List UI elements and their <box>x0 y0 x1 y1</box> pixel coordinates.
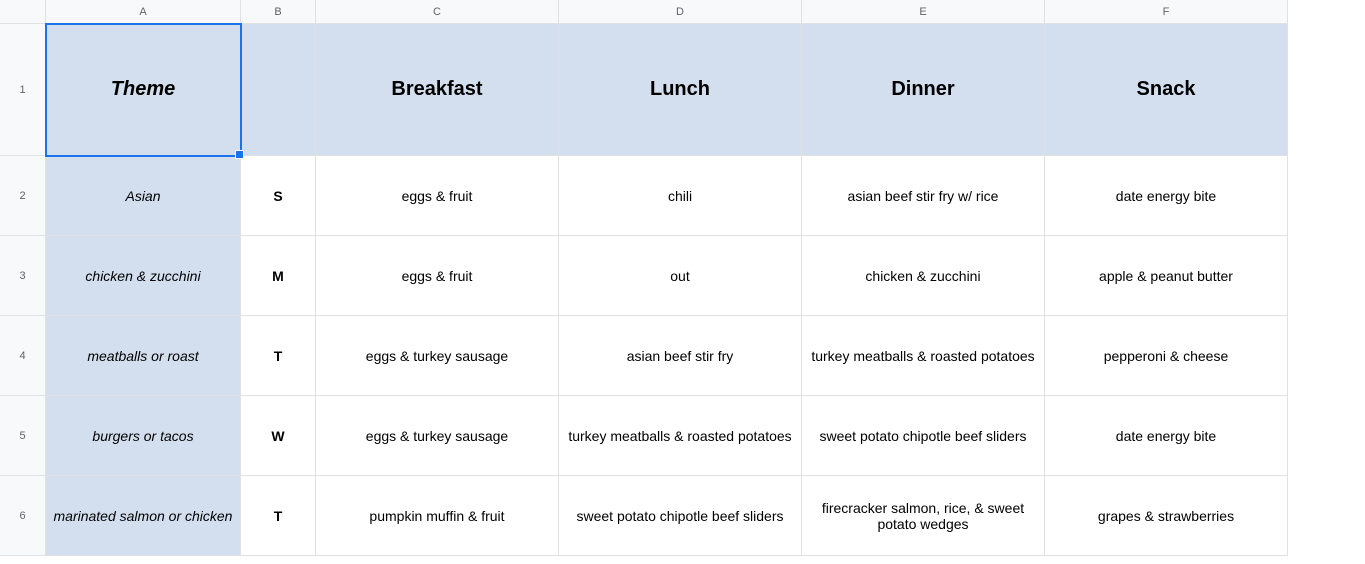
cell-C1[interactable]: Breakfast <box>316 24 559 156</box>
cell-E1[interactable]: Dinner <box>802 24 1045 156</box>
cell-A2[interactable]: Asian <box>46 156 241 236</box>
row-header-5[interactable]: 5 <box>0 396 46 476</box>
cell-C6[interactable]: pumpkin muffin & fruit <box>316 476 559 556</box>
cell-E3[interactable]: chicken & zucchini <box>802 236 1045 316</box>
cell-B1[interactable] <box>241 24 316 156</box>
cell-B6[interactable]: T <box>241 476 316 556</box>
cell-B4[interactable]: T <box>241 316 316 396</box>
cell-A3[interactable]: chicken & zucchini <box>46 236 241 316</box>
cell-D3[interactable]: out <box>559 236 802 316</box>
cell-E5[interactable]: sweet potato chipotle beef sliders <box>802 396 1045 476</box>
cell-A5[interactable]: burgers or tacos <box>46 396 241 476</box>
cell-D5[interactable]: turkey meatballs & roasted potatoes <box>559 396 802 476</box>
row-header-2[interactable]: 2 <box>0 156 46 236</box>
cell-C5[interactable]: eggs & turkey sausage <box>316 396 559 476</box>
cell-C3[interactable]: eggs & fruit <box>316 236 559 316</box>
cell-E4[interactable]: turkey meatballs & roasted potatoes <box>802 316 1045 396</box>
cell-D6[interactable]: sweet potato chipotle beef sliders <box>559 476 802 556</box>
cell-F3[interactable]: apple & peanut butter <box>1045 236 1288 316</box>
col-header-C[interactable]: C <box>316 0 559 24</box>
select-all-corner[interactable] <box>0 0 46 24</box>
cell-E6[interactable]: firecracker salmon, rice, & sweet potato… <box>802 476 1045 556</box>
row-header-6[interactable]: 6 <box>0 476 46 556</box>
cell-C4[interactable]: eggs & turkey sausage <box>316 316 559 396</box>
cell-B3[interactable]: M <box>241 236 316 316</box>
row-header-4[interactable]: 4 <box>0 316 46 396</box>
cell-D2[interactable]: chili <box>559 156 802 236</box>
col-header-D[interactable]: D <box>559 0 802 24</box>
cell-B2[interactable]: S <box>241 156 316 236</box>
cell-F4[interactable]: pepperoni & cheese <box>1045 316 1288 396</box>
cell-E2[interactable]: asian beef stir fry w/ rice <box>802 156 1045 236</box>
cell-C2[interactable]: eggs & fruit <box>316 156 559 236</box>
cell-F1[interactable]: Snack <box>1045 24 1288 156</box>
col-header-B[interactable]: B <box>241 0 316 24</box>
cell-F6[interactable]: grapes & strawberries <box>1045 476 1288 556</box>
cell-A6[interactable]: marinated salmon or chicken <box>46 476 241 556</box>
row-header-3[interactable]: 3 <box>0 236 46 316</box>
row-header-1[interactable]: 1 <box>0 24 46 156</box>
col-header-E[interactable]: E <box>802 0 1045 24</box>
cell-F5[interactable]: date energy bite <box>1045 396 1288 476</box>
cell-A1[interactable]: Theme <box>46 24 241 156</box>
cell-F2[interactable]: date energy bite <box>1045 156 1288 236</box>
col-header-F[interactable]: F <box>1045 0 1288 24</box>
cell-B5[interactable]: W <box>241 396 316 476</box>
spreadsheet-grid[interactable]: A B C D E F 1 Theme Breakfast Lunch Dinn… <box>0 0 1365 556</box>
cell-D1[interactable]: Lunch <box>559 24 802 156</box>
cell-D4[interactable]: asian beef stir fry <box>559 316 802 396</box>
col-header-A[interactable]: A <box>46 0 241 24</box>
cell-A4[interactable]: meatballs or roast <box>46 316 241 396</box>
